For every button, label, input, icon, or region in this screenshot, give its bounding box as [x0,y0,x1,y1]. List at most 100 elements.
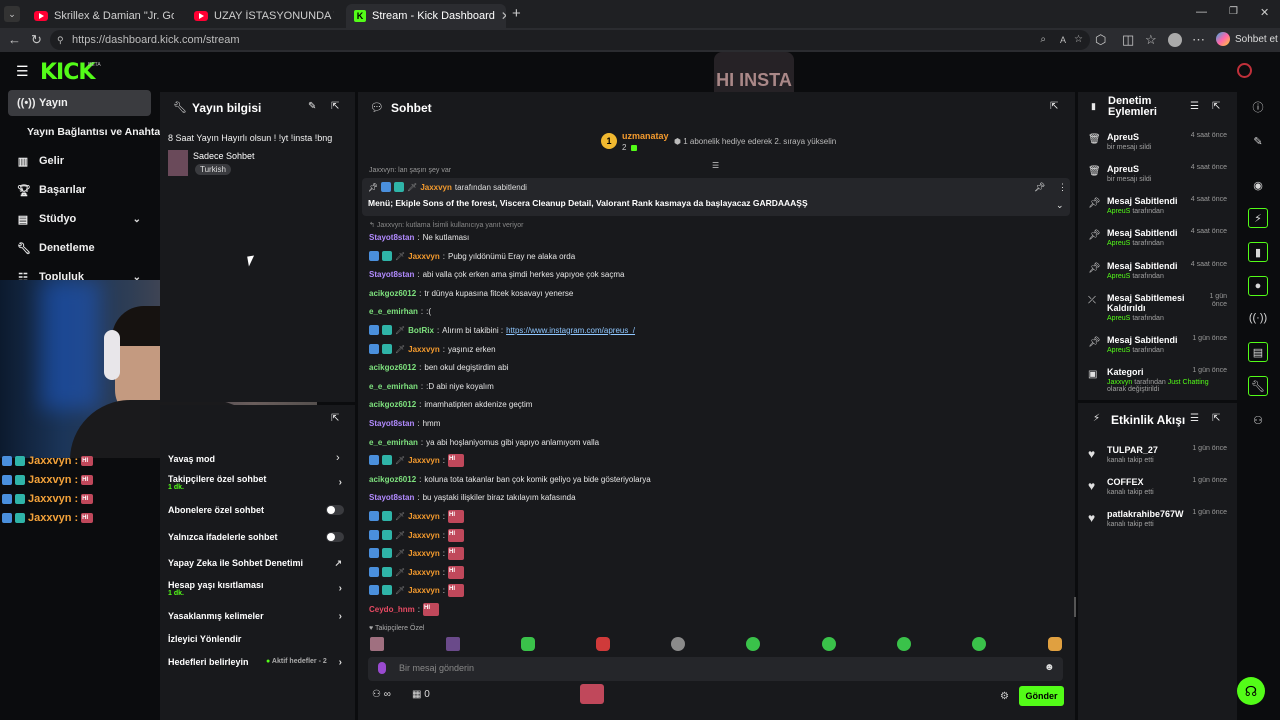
chat-username[interactable]: Stayot8stan [369,493,414,502]
chat-username[interactable]: Jaxxvyn [408,252,440,261]
moderation-actor[interactable]: Jaxxvyn [1107,379,1132,386]
sidebar-item-moderation[interactable]: 🔧︎ Denetleme [8,235,151,261]
slow-mode-label[interactable]: Yavaş mod [168,454,215,464]
unpin-icon[interactable]: 📌︎ [1034,182,1045,193]
sidebar-item-revenue[interactable]: ▥ Gelir [8,148,151,174]
chat-username[interactable]: e_e_emirhan [369,438,418,447]
setting-banned-words[interactable]: Yasaklanmış kelimeler › [168,611,348,622]
popout-icon[interactable]: ⇱ [1212,413,1220,424]
follower-name[interactable]: patlakrahibe767W [1107,509,1184,519]
chat-username[interactable]: Jaxxvyn [408,568,440,577]
moderation-actor[interactable]: ApreuS [1107,347,1130,354]
setting-ai-moderation[interactable]: Yapay Zeka ile Sohbet Denetimi ↗ [168,558,348,568]
layout-rail-icon[interactable]: ▤ [1248,342,1268,362]
popout-icon[interactable]: ⇱ [331,413,339,424]
sidebar-item-achievements[interactable]: 🏆︎ Başarılar [8,177,151,203]
popout-icon[interactable]: ⇱ [1212,101,1220,112]
chat-username[interactable]: Stayot8stan [369,233,414,242]
camera-icon[interactable]: ◉ [1248,175,1268,195]
tab-kick-dashboard[interactable]: K Stream - Kick Dashboard ✕ [346,4,506,28]
moderation-rail-icon[interactable]: ▮ [1248,242,1268,262]
chat-username[interactable]: Jaxxvyn [408,512,440,521]
zoom-icon[interactable]: ⌕ [1040,30,1046,50]
sidebar-item-studio[interactable]: ▤ Stüdyo ⌄ [8,206,151,232]
chat-rail-icon[interactable]: ● [1248,276,1268,296]
emote-icon[interactable] [1048,637,1062,651]
close-window-icon[interactable]: ✕ [1260,6,1269,19]
chat-username[interactable]: BotRix [408,326,434,335]
setting-followers-only[interactable]: Takipçilere özel sohbet 1 dk. › [168,474,348,491]
tab-youtube-2[interactable]: UZAY İSTASYONUNDA TEMİZLİKÇİ [186,4,342,28]
setting-account-age[interactable]: Hesap yaşı kısıtlaması 1 dk. › [168,580,348,597]
settings-gear-icon[interactable]: ⚙ [1000,691,1009,702]
community-icon[interactable]: ⚇ [1248,410,1268,430]
sidebar-item-stream-key[interactable]: Yayın Bağlantısı ve Anahtarı [8,119,167,145]
chevron-down-icon[interactable]: ⌄ [1056,200,1064,211]
emote-icon[interactable] [671,637,685,651]
chat-link[interactable]: https://www.instagram.com/apreus_/ [506,326,635,335]
maximize-icon[interactable]: ❐ [1229,6,1238,17]
chat-scrollbar[interactable] [1074,597,1076,617]
emote-icon[interactable] [596,637,610,651]
chat-username[interactable]: acikgoz6012 [369,475,416,484]
tools-rail-icon[interactable]: 🔧︎ [1248,376,1268,396]
sidebar-item-stream[interactable]: ((•)) Yayın [8,90,151,116]
chat-username[interactable]: Jaxxvyn [408,586,440,595]
popout-icon[interactable]: ⇱ [331,101,339,112]
emote-icon[interactable] [370,637,384,651]
follower-name[interactable]: TULPAR_27 [1107,445,1158,455]
extensions-icon[interactable]: ⬡ [1095,32,1106,48]
send-button[interactable]: Gönder [1019,686,1064,706]
emote-icon[interactable] [897,637,911,651]
site-info-icon[interactable]: ⚲ [57,30,64,50]
emote-icon[interactable] [521,637,535,651]
chat-username[interactable]: Jaxxvyn [408,456,440,465]
chat-username[interactable]: Ceydo_hnm [369,605,415,614]
more-options-icon[interactable]: ⋮ [1058,182,1067,193]
reload-icon[interactable]: ↻ [31,32,42,48]
chat-username[interactable]: e_e_emirhan [369,382,418,391]
support-headset-icon[interactable]: ☊ [1237,677,1265,705]
chevron-right-icon[interactable]: › [336,452,340,464]
chat-username[interactable]: Stayot8stan [369,419,414,428]
setting-subscribers-only[interactable]: Abonelere özel sohbet [168,505,348,515]
emoji-icon[interactable]: ☻ [1044,662,1055,673]
chat-username[interactable]: acikgoz6012 [369,363,416,372]
user-avatar[interactable] [1237,63,1252,78]
activity-rail-icon[interactable]: ⚡︎ [1248,208,1268,228]
category-name[interactable]: Sadece Sohbet [193,151,255,161]
filter-icon[interactable]: ☰ [1190,101,1199,112]
chat-username[interactable]: Jaxxvyn [408,345,440,354]
moderation-actor[interactable]: ApreuS [1107,208,1130,215]
filter-icon[interactable]: ☰ [1190,413,1199,424]
radio-icon[interactable]: ((·)) [1248,308,1268,328]
emote-icon[interactable] [446,637,460,651]
edit-pencil-icon[interactable]: ✎ [308,101,316,112]
chat-username[interactable]: Stayot8stan [369,270,414,279]
moderation-actor[interactable]: ApreuS [1107,240,1130,247]
chat-username[interactable]: Jaxxvyn [408,549,440,558]
copilot-label[interactable]: Sohbet et [1235,34,1278,45]
more-menu-icon[interactable]: ⋯ [1192,32,1205,48]
new-tab-button[interactable]: + [512,5,521,22]
hamburger-menu-icon[interactable]: ☰ [16,63,29,80]
chat-username[interactable]: Jaxxvyn [408,531,440,540]
tab-youtube-1[interactable]: Skrillex & Damian "Jr. Gong" M [26,4,182,28]
microphone-icon[interactable] [378,662,386,674]
chat-username[interactable]: acikgoz6012 [369,400,416,409]
chat-input[interactable]: Bir mesaj gönderin ☻ [368,657,1063,681]
read-aloud-icon[interactable]: A [1060,30,1066,50]
emotes-only-toggle[interactable] [326,532,344,542]
popout-icon[interactable]: ⇱ [1050,101,1058,112]
streamer-emote-icon[interactable] [580,684,604,704]
chat-username[interactable]: acikgoz6012 [369,289,416,298]
close-tab-icon[interactable]: ✕ [501,9,506,23]
moderation-actor[interactable]: ApreuS [1107,315,1130,322]
subscribers-only-toggle[interactable] [326,505,344,515]
emote-icon[interactable] [972,637,986,651]
favorites-icon[interactable]: ☆ [1145,32,1157,48]
setting-emotes-only[interactable]: Yalnızca ifadelerle sohbet [168,532,348,542]
back-icon[interactable]: ← [8,32,21,47]
emote-icon[interactable] [746,637,760,651]
setting-goals[interactable]: Hedefleri belirleyin ● Aktif hedefler - … [168,657,348,668]
